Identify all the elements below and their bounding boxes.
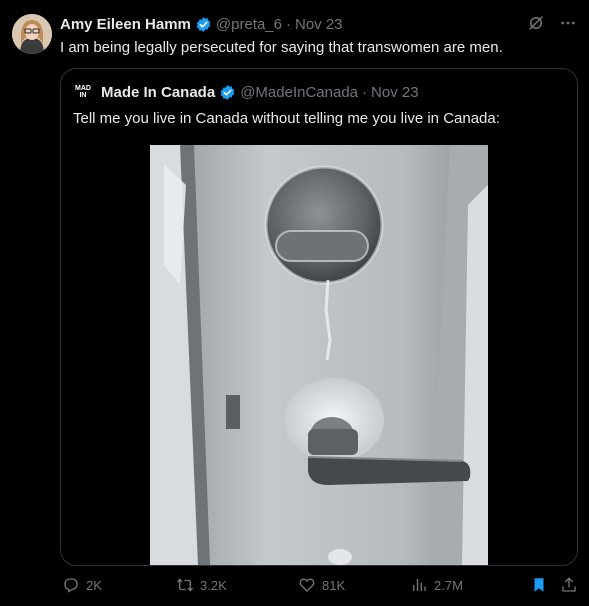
quoted-author-avatar[interactable]: MAD IN <box>73 82 93 102</box>
tweet-date[interactable]: Nov 23 <box>295 16 343 33</box>
logo-text-line2: IN <box>79 92 87 99</box>
bookmark-button[interactable] <box>530 576 548 594</box>
reply-icon <box>64 578 78 593</box>
logo-text-line1: MAD <box>75 85 91 92</box>
quoted-tweet-text: Tell me you live in Canada without telli… <box>73 110 500 127</box>
verified-badge-icon[interactable] <box>219 84 236 101</box>
heart-icon <box>299 578 315 592</box>
tweet[interactable]: Amy Eileen Hamm @preta_6 · Nov 23 I am b… <box>0 0 589 606</box>
reply-button[interactable]: 2K <box>62 576 102 594</box>
grok-icon[interactable] <box>527 14 545 32</box>
view-count: 2.7M <box>434 577 463 593</box>
views-chart-icon <box>413 579 426 591</box>
author-name[interactable]: Amy Eileen Hamm <box>60 16 191 33</box>
quoted-tweet[interactable]: MAD IN Made In Canada @MadeInCanada · No… <box>60 68 578 566</box>
author-handle[interactable]: @preta_6 <box>216 16 282 33</box>
author-avatar[interactable] <box>12 14 52 54</box>
like-count: 81K <box>322 577 346 593</box>
share-button[interactable] <box>560 576 578 594</box>
tweet-text: I am being legally persecuted for saying… <box>60 39 503 56</box>
repost-count: 3.2K <box>200 577 227 593</box>
frozen-door-lock-photo-icon <box>150 145 488 565</box>
avatar-image <box>12 14 52 54</box>
tweet-top-actions <box>527 14 577 32</box>
views-button[interactable]: 2.7M <box>410 576 463 594</box>
repost-icon <box>176 578 194 592</box>
quoted-author-name[interactable]: Made In Canada <box>101 84 215 101</box>
share-icon <box>562 577 576 592</box>
like-button[interactable]: 81K <box>298 576 345 594</box>
more-options-icon[interactable] <box>559 14 577 32</box>
quoted-author-handle[interactable]: @MadeInCanada <box>240 84 358 101</box>
tweet-header: Amy Eileen Hamm @preta_6 · Nov 23 <box>60 14 343 34</box>
quoted-tweet-header: MAD IN Made In Canada @MadeInCanada · No… <box>73 81 419 103</box>
quoted-tweet-photo[interactable] <box>150 145 488 565</box>
bookmark-icon <box>534 578 544 592</box>
repost-button[interactable]: 3.2K <box>176 576 227 594</box>
reply-count: 2K <box>86 577 102 593</box>
tweet-actions: 2K 3.2K 81K 2.7M <box>60 573 578 597</box>
verified-badge-icon[interactable] <box>195 16 212 33</box>
quoted-tweet-date[interactable]: Nov 23 <box>371 84 419 101</box>
separator-dot: · <box>286 15 291 33</box>
separator-dot: · <box>362 83 368 101</box>
